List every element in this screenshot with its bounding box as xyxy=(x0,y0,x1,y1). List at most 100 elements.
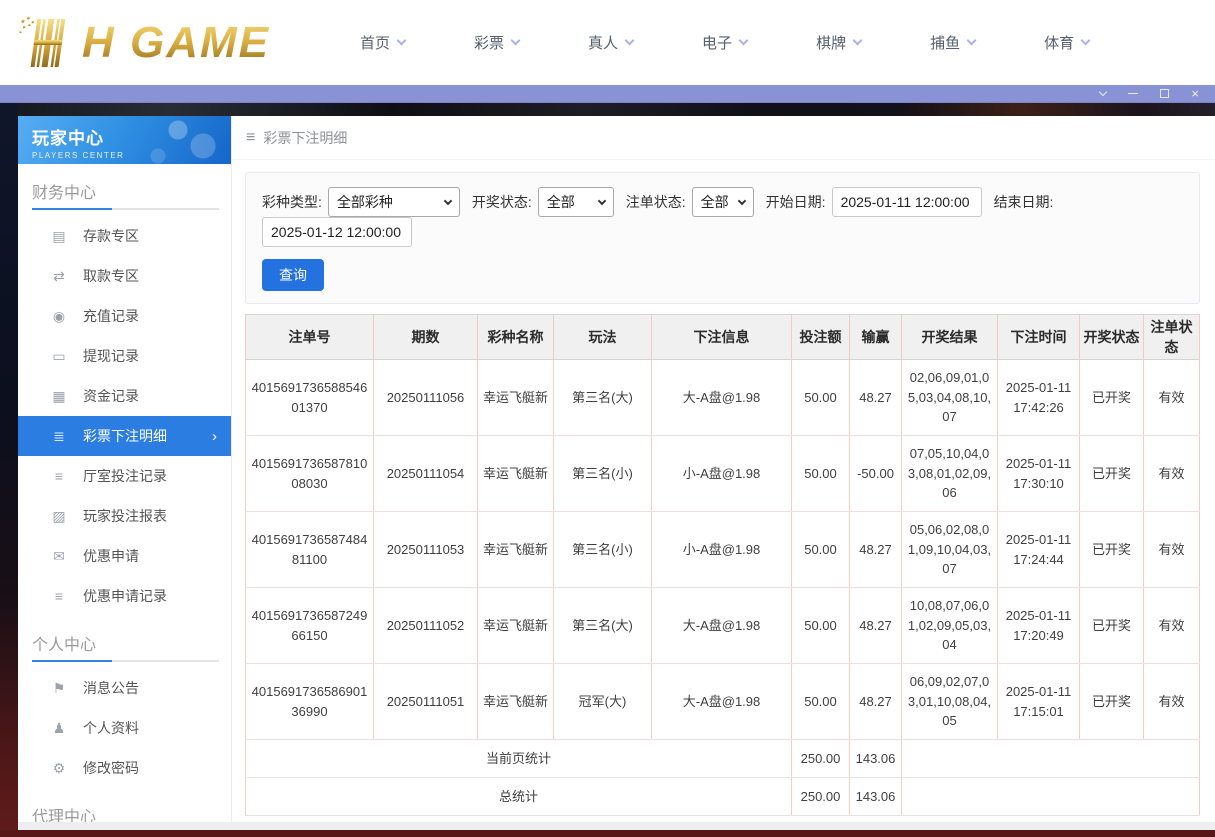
end-date-label: 结束日期: xyxy=(993,194,1054,210)
sidebar-item-玩家投注报表[interactable]: ▨ 玩家投注报表 xyxy=(18,496,231,536)
cell-bet-amount: 50.00 xyxy=(791,359,850,436)
sidebar-item-label: 充值记录 xyxy=(83,308,139,324)
page-title: 彩票下注明细 xyxy=(263,129,348,146)
cell-draw-result: 10,08,07,06,01,02,09,05,03,04 xyxy=(901,587,998,664)
sidebar-subtitle: PLAYERS CENTER xyxy=(32,151,125,160)
sidebar-item-优惠申请[interactable]: ✉ 优惠申请 xyxy=(18,536,231,576)
lottery-type-select[interactable]: 全部彩种 xyxy=(327,187,460,217)
cell-period: 20250111053 xyxy=(373,511,478,588)
cell-period: 20250111056 xyxy=(373,359,478,436)
lottery-type-label: 彩种类型: xyxy=(262,194,322,210)
cell-lottery-name: 幸运飞艇新 xyxy=(477,663,554,740)
sidebar-item-取款专区[interactable]: ⇄ 取款专区 xyxy=(18,256,231,296)
column-header-lottery-name: 彩种名称 xyxy=(477,314,554,360)
draw-status-select[interactable]: 全部 xyxy=(537,187,614,217)
end-date-input[interactable] xyxy=(262,217,412,247)
nav-item-label: 真人 xyxy=(588,35,619,52)
sidebar-item-个人资料[interactable]: ♟ 个人资料 xyxy=(18,708,231,748)
nav-item-体育[interactable]: 体育 xyxy=(1044,32,1091,53)
cell-period: 20250111054 xyxy=(373,435,478,512)
sidebar-item-提现记录[interactable]: ▭ 提现记录 xyxy=(18,336,231,376)
section-underline xyxy=(32,660,219,662)
cell-period: 20250111052 xyxy=(373,587,478,664)
summary-label: 总统计 xyxy=(245,777,792,816)
hall-bet-record-icon: ≡ xyxy=(54,468,64,484)
search-button[interactable]: 查询 xyxy=(262,259,324,291)
nav-item-首页[interactable]: 首页 xyxy=(360,32,407,53)
chevron-down-icon xyxy=(1080,35,1091,46)
table-row: 401569173658748481100 20250111053 幸运飞艇新 第三名… xyxy=(245,511,1200,588)
cell-lottery-name: 幸运飞艇新 xyxy=(477,359,554,436)
sidebar-item-label: 厅室投注记录 xyxy=(83,468,167,484)
chevron-down-icon xyxy=(966,35,977,46)
nav-item-label: 彩票 xyxy=(474,35,505,52)
sidebar-item-label: 玩家投注报表 xyxy=(83,508,167,524)
sidebar-item-label: 取款专区 xyxy=(83,268,139,284)
cell-win-loss: -50.00 xyxy=(849,435,902,512)
sidebar-item-厅室投注记录[interactable]: ≡ 厅室投注记录 xyxy=(18,456,231,496)
cell-win-loss: 48.27 xyxy=(849,359,902,436)
table-row: 401569173658724966150 20250111052 幸运飞艇新 第三名… xyxy=(245,587,1200,664)
lottery-bet-detail-icon: ≣ xyxy=(53,427,65,444)
person-icon: ♟ xyxy=(52,719,66,736)
promo-apply-record-icon: ≡ xyxy=(54,588,64,604)
cell-period: 20250111051 xyxy=(373,663,478,740)
order-status-select[interactable]: 全部 xyxy=(691,187,754,217)
cell-draw-status: 已开奖 xyxy=(1079,663,1144,740)
column-header-period: 期数 xyxy=(373,314,478,360)
sidebar-item-充值记录[interactable]: ◉ 充值记录 xyxy=(18,296,231,336)
sidebar-item-消息公告[interactable]: ⚑ 消息公告 xyxy=(18,668,231,708)
sidebar-item-存款专区[interactable]: ▤ 存款专区 xyxy=(18,216,231,256)
cell-order-no: 401569173658690136990 xyxy=(245,663,374,740)
sidebar-item-label: 优惠申请 xyxy=(83,548,139,564)
nav-item-label: 体育 xyxy=(1044,35,1075,52)
cell-bet-time: 2025-01-11 17:42:26 xyxy=(997,359,1080,436)
summary-empty-cell xyxy=(901,777,1200,816)
breadcrumb: ≡ 彩票下注明细 xyxy=(232,116,1215,160)
cell-bet-amount: 50.00 xyxy=(791,435,850,512)
column-header-draw-result: 开奖结果 xyxy=(901,314,998,360)
chevron-down-icon xyxy=(737,196,746,205)
cell-win-loss: 48.27 xyxy=(849,511,902,588)
cell-win-loss: 48.27 xyxy=(849,587,902,664)
cell-draw-result: 06,09,02,07,03,01,10,08,04,05 xyxy=(901,663,998,740)
nav-item-棋牌[interactable]: 棋牌 xyxy=(816,32,863,53)
deposit-card-icon: ▤ xyxy=(52,227,66,244)
window-close-button[interactable]: × xyxy=(1191,87,1199,100)
sidebar-item-label: 存款专区 xyxy=(83,228,139,244)
logo-mark-icon xyxy=(19,16,66,67)
nav-item-彩票[interactable]: 彩票 xyxy=(474,32,521,53)
logo-text: H GAME xyxy=(82,17,270,67)
summary-bet-amount: 250.00 xyxy=(791,777,850,816)
chevron-down-icon xyxy=(738,35,749,46)
table-row: 401569173658690136990 20250111051 幸运飞艇新 冠军(… xyxy=(245,663,1200,740)
lottery-type-value: 全部彩种 xyxy=(336,194,393,210)
nav-item-捕鱼[interactable]: 捕鱼 xyxy=(930,32,977,53)
sidebar-item-label: 个人资料 xyxy=(83,720,139,736)
summary-bet-amount: 250.00 xyxy=(791,739,850,778)
column-header-order-status: 注单状态 xyxy=(1143,314,1200,360)
window-minimize-button[interactable] xyxy=(1128,93,1139,94)
sidebar-item-label: 彩票下注明细 xyxy=(83,428,167,444)
window-chevron-down-icon[interactable] xyxy=(1099,87,1108,97)
section-underline xyxy=(32,208,219,210)
summary-row: 当前页统计 250.00 143.06 xyxy=(245,739,1200,778)
chevron-down-icon xyxy=(510,35,521,46)
nav-item-电子[interactable]: 电子 xyxy=(702,32,749,53)
cell-lottery-name: 幸运飞艇新 xyxy=(477,435,554,512)
cell-order-status: 有效 xyxy=(1143,435,1200,512)
cell-bet-amount: 50.00 xyxy=(791,587,850,664)
start-date-input[interactable] xyxy=(831,187,982,217)
sidebar-item-优惠申请记录[interactable]: ≡ 优惠申请记录 xyxy=(18,576,231,616)
screen: H GAME 首页 彩票 真人 电子 棋牌 捕鱼 体育 × 玩家中心 PLAYERS CEN… xyxy=(0,0,1215,837)
nav-item-真人[interactable]: 真人 xyxy=(588,32,635,53)
sidebar-item-资金记录[interactable]: ▦ 资金记录 xyxy=(18,376,231,416)
cell-bet-info: 大-A盘@1.98 xyxy=(651,359,792,436)
left-edge-decoration xyxy=(0,103,18,837)
sidebar-item-彩票下注明细[interactable]: ≣ 彩票下注明细 › xyxy=(18,416,231,456)
sidebar-item-修改密码[interactable]: ⚙ 修改密码 xyxy=(18,748,231,788)
window-maximize-button[interactable] xyxy=(1160,89,1170,98)
window-titlebar: × xyxy=(0,85,1215,103)
cell-play-type: 第三名(小) xyxy=(553,511,652,588)
sidebar-item-label: 资金记录 xyxy=(83,388,139,404)
